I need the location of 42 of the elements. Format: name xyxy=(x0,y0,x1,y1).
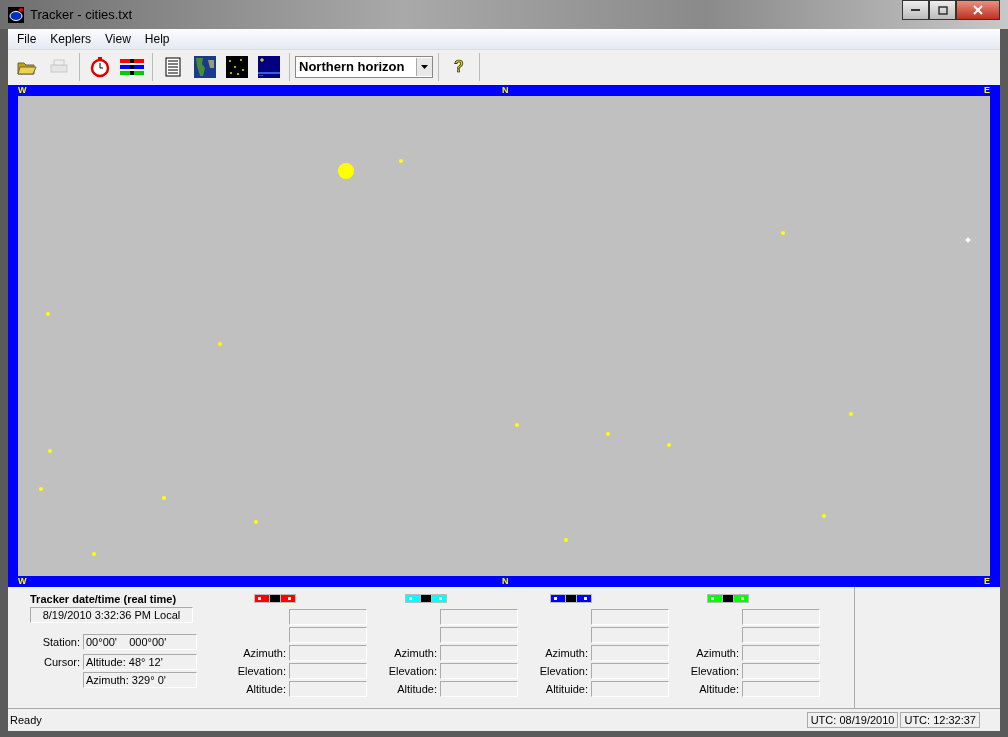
station-field: 00°00' 000°00' xyxy=(83,634,197,650)
app-icon xyxy=(8,6,24,23)
field-label: Altituide: xyxy=(544,683,588,695)
compass-label: W xyxy=(18,576,27,587)
field-label: Altitude: xyxy=(245,683,286,695)
close-icon xyxy=(973,5,983,15)
field-label: Azimuth: xyxy=(393,647,437,659)
datetime-field: 8/19/2010 3:32:36 PM Local xyxy=(30,607,193,623)
status-message: Ready xyxy=(10,714,43,726)
field-label: Altitude: xyxy=(698,683,739,695)
tracker-heading: Tracker date/time (real time) xyxy=(30,593,178,605)
field-label: Elevation: xyxy=(387,665,437,677)
utc-time: UTC: 12:32:37 xyxy=(900,712,980,728)
field-label: Elevation: xyxy=(538,665,588,677)
menu-item[interactable]: View xyxy=(98,32,138,46)
minimize-button[interactable] xyxy=(902,0,929,20)
view-dropdown[interactable]: Northern horizon xyxy=(295,55,433,78)
field-label: Azimuth: xyxy=(544,647,588,659)
window-title: Tracker - cities.txt xyxy=(30,7,134,22)
compass-label: W xyxy=(18,85,27,96)
compass-label: N xyxy=(502,576,509,587)
compass-label: N xyxy=(502,85,509,96)
field-label: Altitude: xyxy=(396,683,437,695)
menu-item[interactable]: Help xyxy=(137,32,177,46)
field-label: Azimuth: xyxy=(695,647,739,659)
cursor-altitude-field: Altitude: 48° 12' xyxy=(83,654,197,670)
maximize-button[interactable] xyxy=(929,0,956,20)
cursor-label: Cursor: xyxy=(42,656,80,668)
field-label: Elevation: xyxy=(236,665,286,677)
maximize-icon xyxy=(937,5,948,15)
close-button[interactable] xyxy=(956,0,1000,20)
caret-icon xyxy=(421,64,428,69)
menu-item[interactable]: File xyxy=(10,32,44,46)
menu-item[interactable]: Keplers xyxy=(43,32,99,46)
cursor-azimuth-field: Azimuth: 329° 0' xyxy=(83,672,197,688)
utc-date: UTC: 08/19/2010 xyxy=(806,712,899,728)
compass-label: E xyxy=(983,85,990,96)
compass-label: E xyxy=(983,576,990,587)
station-label: Station: xyxy=(41,636,80,648)
minimize-icon xyxy=(911,8,920,12)
field-label: Azimuth: xyxy=(242,647,286,659)
field-label: Elevation: xyxy=(689,665,739,677)
